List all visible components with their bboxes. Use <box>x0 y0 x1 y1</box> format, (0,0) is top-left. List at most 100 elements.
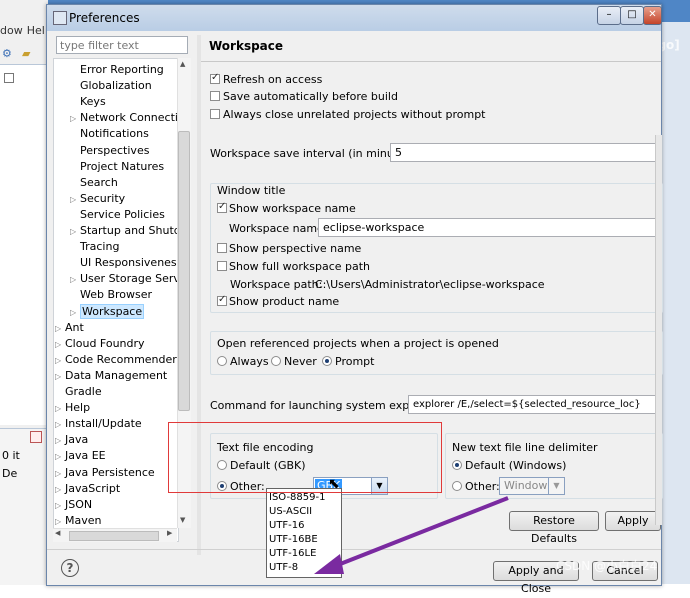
workspace-name-label: Workspace name: <box>229 222 328 235</box>
scroll-left-icon[interactable]: ◀ <box>55 529 60 537</box>
always-radio[interactable] <box>217 356 227 366</box>
page-scrollbar[interactable] <box>655 135 662 525</box>
tree-hscroll-thumb[interactable] <box>69 531 159 541</box>
expand-arrow-icon[interactable]: ▷ <box>55 466 65 481</box>
menu-window[interactable]: dow <box>0 24 23 37</box>
expand-arrow-icon[interactable]: ▷ <box>55 321 65 336</box>
tree-item[interactable]: ▷ Data Management <box>55 368 167 384</box>
tree-item[interactable]: Web Browser <box>70 287 152 302</box>
expand-arrow-icon[interactable]: ▷ <box>55 369 65 384</box>
tree-item[interactable]: ▷ Workspace <box>70 303 145 320</box>
folder-icon[interactable]: ▰ <box>22 47 30 60</box>
expand-arrow-icon[interactable]: ▷ <box>70 111 80 126</box>
tree-item-label: Code Recommenders <box>65 352 179 366</box>
save-before-build-label: Save automatically before build <box>223 90 398 103</box>
tree-item-label: Ant <box>65 320 84 334</box>
show-perspective-name-label: Show perspective name <box>229 242 362 255</box>
expand-arrow-icon[interactable]: ▷ <box>55 401 65 416</box>
expand-arrow-icon[interactable]: ▷ <box>55 417 65 432</box>
close-button[interactable]: ✕ <box>643 6 662 25</box>
close-unrelated-checkbox[interactable] <box>210 109 220 119</box>
filter-input[interactable]: type filter text <box>56 36 188 54</box>
tree-item[interactable]: Service Policies <box>70 207 165 222</box>
tree-item-label: Search <box>80 175 118 189</box>
show-workspace-name-checkbox[interactable] <box>217 201 227 213</box>
mouse-cursor-icon: ⬉ <box>328 476 340 492</box>
tree-item[interactable]: ▷ Java <box>55 432 88 448</box>
tree-item[interactable]: ▷ Java Persistence <box>55 465 155 481</box>
annotation-arrow <box>314 496 509 574</box>
scroll-right-icon[interactable]: ▶ <box>167 529 172 537</box>
dialog-title: Preferences <box>69 11 140 25</box>
show-product-name-checkbox[interactable] <box>217 294 227 306</box>
tree-item[interactable]: Error Reporting <box>70 62 164 77</box>
tree-item-label: Java <box>65 433 89 447</box>
window-title-group-label: Window title <box>217 184 286 197</box>
prompt-radio[interactable] <box>322 356 332 366</box>
background-view <box>0 64 48 425</box>
expand-arrow-icon[interactable]: ▷ <box>55 498 65 513</box>
menu-help[interactable]: Hel <box>27 24 45 37</box>
page-title: Workspace <box>209 39 284 53</box>
tree-item[interactable]: ▷ Java EE <box>55 448 106 464</box>
preference-tree[interactable]: Error Reporting Globalization Keys ▷ Network… <box>53 58 179 542</box>
tree-item[interactable]: Gradle <box>55 384 102 399</box>
tree-item[interactable]: UI Responsivenes <box>70 255 177 270</box>
expand-arrow-icon[interactable]: ▷ <box>70 224 80 239</box>
expand-arrow-icon[interactable]: ▷ <box>55 514 65 529</box>
tree-item[interactable]: ▷ Code Recommenders <box>55 352 179 368</box>
save-before-build-checkbox[interactable] <box>210 91 220 101</box>
tree-item[interactable]: Keys <box>70 94 106 109</box>
save-interval-input[interactable]: 5 <box>390 143 661 162</box>
workspace-name-input[interactable]: eclipse-workspace <box>318 218 661 237</box>
tree-item[interactable]: ▷ Network Connecti <box>70 110 178 126</box>
scroll-down-icon[interactable]: ▼ <box>180 516 185 524</box>
line-delimiter-label: New text file line delimiter <box>452 441 598 454</box>
tree-item[interactable]: ▷ Install/Update <box>55 416 142 432</box>
expand-arrow-icon[interactable]: ▷ <box>55 337 65 352</box>
delimiter-default-radio[interactable] <box>452 460 462 470</box>
tree-item-label: Security <box>80 191 126 205</box>
restore-defaults-button[interactable]: Restore Defaults <box>509 511 599 545</box>
scroll-up-icon[interactable]: ▲ <box>180 60 185 68</box>
tree-item[interactable]: ▷ JSON <box>55 497 92 513</box>
help-icon[interactable]: ? <box>61 559 79 577</box>
expand-arrow-icon[interactable]: ▷ <box>70 192 80 207</box>
tree-item[interactable]: ▷ Security <box>70 191 125 207</box>
tree-item[interactable]: ▷ Ant <box>55 320 84 336</box>
tree-item[interactable]: Notifications <box>70 126 149 141</box>
tree-item[interactable]: Perspectives <box>70 143 149 158</box>
tree-item-label: Startup and Shutd <box>80 224 179 237</box>
tree-item[interactable]: Project Natures <box>70 159 164 174</box>
minimize-view-icon[interactable] <box>4 73 14 83</box>
expand-arrow-icon[interactable]: ▷ <box>55 482 65 497</box>
open-referenced-label: Open referenced projects when a project … <box>217 337 499 350</box>
expand-arrow-icon[interactable]: ▷ <box>55 353 65 368</box>
expand-arrow-icon[interactable]: ▷ <box>70 272 80 287</box>
explorer-command-input[interactable]: explorer /E,/select=${selected_resource_… <box>408 395 661 414</box>
apply-button[interactable]: Apply <box>605 511 661 531</box>
tree-item[interactable]: ▷ Maven <box>55 513 101 529</box>
tree-item[interactable]: Globalization <box>70 78 152 93</box>
chevron-down-icon[interactable]: ▼ <box>548 478 564 494</box>
tree-item[interactable]: Search <box>70 175 118 190</box>
minimize-button[interactable]: – <box>597 6 621 25</box>
show-perspective-name-checkbox[interactable] <box>217 243 227 253</box>
tree-item[interactable]: ▷ Help <box>55 400 90 416</box>
gear-icon[interactable]: ⚙ <box>2 47 12 60</box>
refresh-on-access-checkbox[interactable] <box>210 72 220 84</box>
tree-scroll-thumb[interactable] <box>178 131 190 411</box>
tree-item[interactable]: ▷ Startup and Shutd <box>70 223 179 239</box>
tree-item[interactable]: ▷ User Storage Serv <box>70 271 178 287</box>
show-full-path-checkbox[interactable] <box>217 261 227 271</box>
tree-item[interactable]: ▷ JavaScript <box>55 481 120 497</box>
expand-arrow-icon[interactable]: ▷ <box>70 305 80 320</box>
expand-arrow-icon[interactable]: ▷ <box>55 433 65 448</box>
tree-item-label: Gradle <box>65 385 102 398</box>
never-radio[interactable] <box>271 356 281 366</box>
maximize-button[interactable]: □ <box>620 6 644 25</box>
expand-arrow-icon[interactable]: ▷ <box>55 449 65 464</box>
tree-item[interactable]: Tracing <box>70 239 119 254</box>
tree-item[interactable]: ▷ Cloud Foundry <box>55 336 145 352</box>
background-tab[interactable]: De <box>2 467 17 480</box>
